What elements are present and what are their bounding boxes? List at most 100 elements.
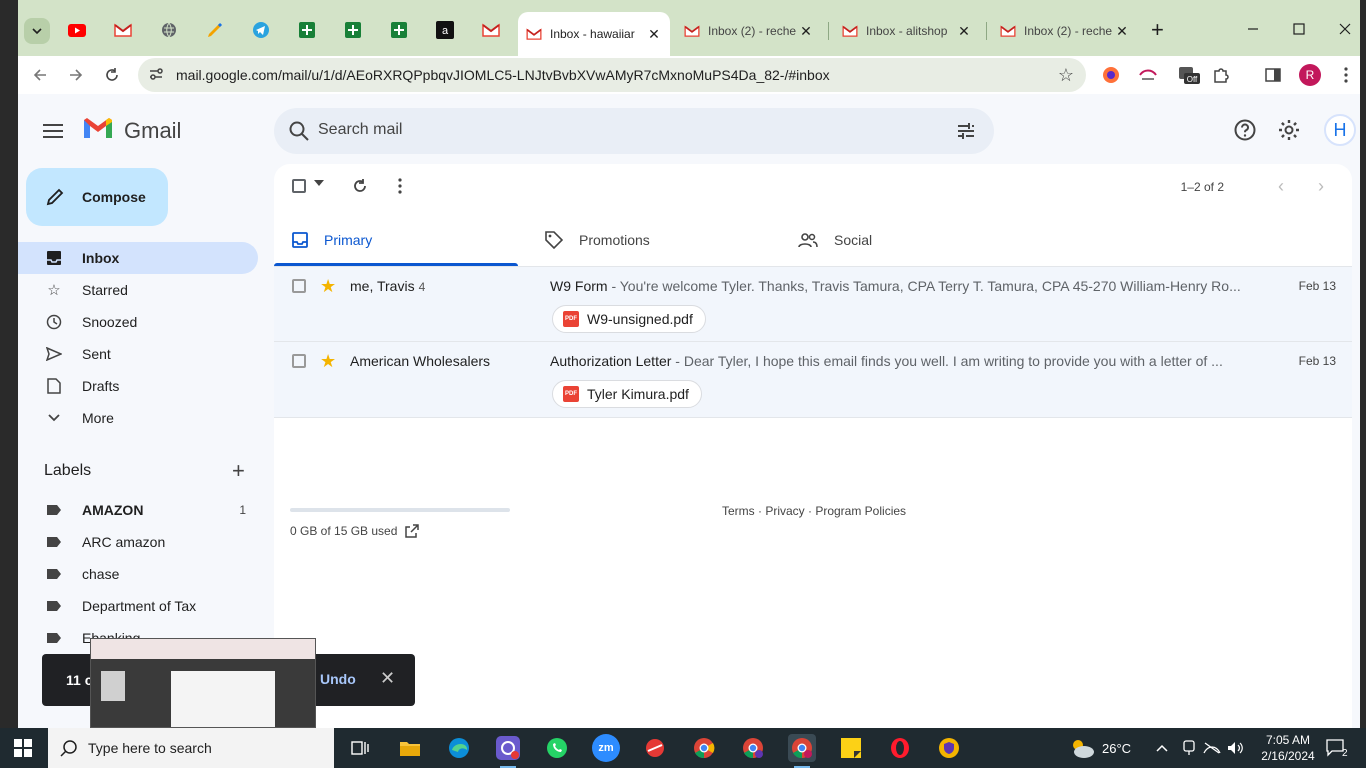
pinned-tab-gmail-1[interactable] (112, 19, 134, 41)
email-row[interactable]: ★ American Wholesalers Authorization Let… (274, 342, 1352, 418)
volume-icon[interactable] (1227, 728, 1245, 768)
pinned-tab-sheets-3[interactable] (388, 19, 410, 41)
pinned-tab-telegram[interactable] (250, 19, 272, 41)
label-department-of-tax[interactable]: Department of Tax (18, 590, 258, 622)
label-amazon[interactable]: AMAZON 1 (18, 494, 258, 526)
star-filled-icon[interactable]: ★ (320, 276, 336, 297)
close-icon[interactable]: ✕ (380, 668, 395, 689)
nav-more[interactable]: More (18, 402, 258, 434)
pinned-tab-gmail-2[interactable] (480, 19, 502, 41)
minimize-button[interactable] (1230, 14, 1276, 44)
attachment-chip[interactable]: PDF W9-unsigned.pdf (552, 305, 706, 333)
email-checkbox[interactable] (292, 354, 306, 368)
opera-icon[interactable] (886, 734, 914, 762)
reload-button[interactable] (100, 63, 124, 87)
windows-start-icon[interactable] (14, 739, 32, 757)
pinned-tab-edit[interactable] (204, 19, 226, 41)
viber-like-app-icon[interactable] (494, 734, 522, 768)
nav-sent[interactable]: Sent (18, 338, 258, 370)
whatsapp-icon[interactable] (543, 734, 571, 762)
meet-now-icon[interactable] (1182, 728, 1196, 768)
search-icon[interactable] (288, 120, 310, 142)
tab-inbox-2[interactable]: Inbox (2) - reche ✕ (676, 16, 822, 46)
help-icon[interactable] (1233, 118, 1257, 142)
bookmark-star-icon[interactable]: ☆ (1058, 65, 1074, 86)
browser-menu-icon[interactable] (1336, 65, 1356, 85)
refresh-button[interactable] (352, 178, 368, 194)
search-options-icon[interactable] (956, 121, 976, 141)
more-actions-button[interactable] (398, 178, 402, 194)
chrome-active-icon[interactable] (788, 734, 816, 768)
pinned-tab-sheets-2[interactable] (342, 19, 364, 41)
select-menu-button[interactable] (314, 180, 324, 186)
add-label-button[interactable]: + (232, 458, 245, 484)
chrome-profile-icon[interactable] (739, 734, 767, 762)
address-bar[interactable]: mail.google.com/mail/u/1/d/AEoRXRQPpbqvJ… (138, 58, 1086, 92)
label-arc-amazon[interactable]: ARC amazon (18, 526, 258, 558)
taskbar-window-preview[interactable] (90, 638, 316, 728)
vpn-shield-icon[interactable] (935, 734, 963, 762)
close-tab-icon[interactable]: ✕ (798, 23, 814, 40)
system-clock[interactable]: 7:05 AM 2/16/2024 (1256, 732, 1320, 764)
compose-button[interactable]: Compose (26, 168, 168, 226)
browser-profile-avatar[interactable]: R (1299, 64, 1321, 86)
forward-button[interactable] (64, 63, 88, 87)
search-bar[interactable]: Search mail (274, 108, 994, 154)
search-input[interactable]: Search mail (318, 121, 402, 139)
close-tab-icon[interactable]: ✕ (956, 23, 972, 40)
nav-snoozed[interactable]: Snoozed (18, 306, 258, 338)
weather-widget[interactable]: 26°C (1068, 728, 1131, 768)
site-info-icon[interactable] (148, 66, 168, 85)
firefox-ext-icon[interactable] (1101, 65, 1121, 85)
star-filled-icon[interactable]: ★ (320, 351, 336, 372)
settings-gear-icon[interactable] (1277, 118, 1301, 142)
off-extension-icon[interactable]: Off (1176, 65, 1202, 85)
account-avatar[interactable]: H (1324, 114, 1356, 146)
network-offline-icon[interactable] (1203, 728, 1221, 768)
tab-active-inbox[interactable]: Inbox - hawaiiar ✕ (518, 12, 670, 56)
extension-icon[interactable] (1138, 65, 1158, 85)
newer-page-button[interactable]: ‹ (1278, 176, 1284, 197)
maximize-button[interactable] (1276, 14, 1322, 44)
nav-drafts[interactable]: Drafts (18, 370, 258, 402)
open-external-icon[interactable] (405, 524, 420, 538)
taskbar-search-box[interactable]: Type here to search (48, 728, 334, 768)
chrome-icon[interactable] (690, 734, 718, 762)
pinned-tab-youtube[interactable] (66, 19, 88, 41)
nav-starred[interactable]: ☆ Starred (18, 274, 258, 306)
attachment-chip[interactable]: PDF Tyler Kimura.pdf (552, 380, 702, 408)
snipping-tool-icon[interactable] (641, 734, 669, 762)
back-button[interactable] (28, 63, 52, 87)
notification-center-button[interactable]: 2 (1326, 728, 1348, 768)
task-view-icon[interactable] (346, 734, 374, 762)
undo-button[interactable]: Undo (320, 671, 356, 687)
file-explorer-icon[interactable] (396, 734, 424, 762)
email-row[interactable]: ★ me, Travis 4 W9 Form - You're welcome T… (274, 266, 1352, 342)
edge-icon[interactable] (445, 734, 473, 762)
select-all-checkbox[interactable] (292, 179, 306, 193)
label-chase[interactable]: chase (18, 558, 258, 590)
close-window-button[interactable] (1322, 14, 1360, 44)
nav-inbox[interactable]: Inbox (18, 242, 258, 274)
tab-search-button[interactable] (24, 18, 50, 44)
zoom-icon[interactable]: zm (592, 734, 620, 762)
tab-social[interactable]: Social (780, 214, 1024, 266)
older-page-button[interactable]: › (1318, 176, 1324, 197)
footer-links[interactable]: Terms · Privacy · Program Policies (722, 504, 906, 518)
pinned-tab-amazon[interactable]: a (434, 19, 456, 41)
sticky-notes-icon[interactable] (837, 734, 865, 762)
close-tab-icon[interactable]: ✕ (1114, 23, 1130, 40)
tab-inbox-4[interactable]: Inbox (2) - reche ✕ (992, 16, 1138, 46)
show-hidden-icons-button[interactable] (1156, 728, 1168, 768)
email-checkbox[interactable] (292, 279, 306, 293)
tab-promotions[interactable]: Promotions (527, 214, 771, 266)
close-tab-icon[interactable]: ✕ (646, 26, 662, 43)
puzzle-extensions-icon[interactable] (1211, 65, 1231, 85)
new-tab-button[interactable]: + (1151, 19, 1164, 41)
main-menu-icon[interactable] (43, 120, 63, 142)
tab-inbox-3[interactable]: Inbox - alitshop ✕ (834, 16, 980, 46)
pinned-tab-sheets-1[interactable] (296, 19, 318, 41)
pinned-tab-globe[interactable] (158, 19, 180, 41)
tab-primary[interactable]: Primary (274, 214, 518, 266)
side-panel-icon[interactable] (1263, 65, 1283, 85)
